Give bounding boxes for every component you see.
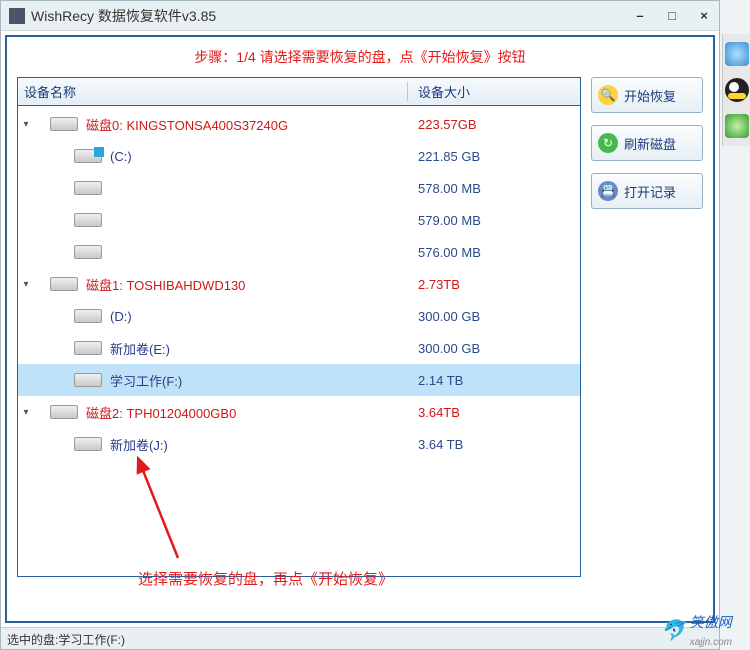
- column-header-name[interactable]: 设备名称: [18, 82, 408, 101]
- chevron-down-icon[interactable]: ▾: [18, 119, 34, 130]
- button-label: 开始恢复: [624, 86, 676, 105]
- dock-help-icon[interactable]: [725, 114, 749, 138]
- partition-icon: [74, 341, 102, 355]
- disk-icon: [50, 277, 78, 291]
- action-sidebar: 🔍 开始恢复 ↻ 刷新磁盘 📇 打开记录: [591, 77, 703, 577]
- watermark-brand: 笑傲网: [690, 614, 732, 630]
- dock-qq-icon[interactable]: [725, 78, 749, 102]
- app-window: WishRecy 数据恢复软件v3.85 – □ × 步骤：1/4 请选择需要恢…: [0, 0, 720, 650]
- status-bar: 选中的盘:学习工作(F:): [1, 627, 719, 649]
- partition-size: 3.64 TB: [408, 437, 580, 452]
- titlebar[interactable]: WishRecy 数据恢复软件v3.85 – □ ×: [1, 1, 719, 31]
- partition-label: 新加卷(J:): [110, 435, 168, 454]
- annotation-text: 选择需要恢复的盘，再点《开始恢复》: [138, 568, 393, 589]
- partition-icon: [74, 373, 102, 387]
- disk-label: 磁盘1: TOSHIBAHDWD130: [86, 275, 245, 294]
- partition-size: 578.00 MB: [408, 181, 580, 196]
- disk-size: 3.64TB: [408, 405, 580, 420]
- maximize-button[interactable]: □: [665, 9, 679, 23]
- partition-label: 学习工作(F:): [110, 371, 182, 390]
- log-icon: 📇: [598, 181, 618, 201]
- partition-label: (D:): [110, 309, 132, 324]
- partition-icon: [74, 309, 102, 323]
- disk-label: 磁盘2: TPH01204000GB0: [86, 403, 236, 422]
- device-list-panel: 设备名称 设备大小 ▾ 磁盘0: KINGSTONSA400S37240G 22…: [17, 77, 581, 577]
- disk-row[interactable]: ▾ 磁盘1: TOSHIBAHDWD130 2.73TB: [18, 268, 580, 300]
- partition-icon: [74, 245, 102, 259]
- partition-row[interactable]: 新加卷(E:) 300.00 GB: [18, 332, 580, 364]
- disk-row[interactable]: ▾ 磁盘0: KINGSTONSA400S37240G 223.57GB: [18, 108, 580, 140]
- partition-row[interactable]: (C:) 221.85 GB: [18, 140, 580, 172]
- step-banner: 步骤：1/4 请选择需要恢复的盘，点《开始恢复》按钮: [7, 37, 713, 77]
- device-list-header: 设备名称 设备大小: [18, 78, 580, 106]
- window-controls: – □ ×: [633, 9, 711, 23]
- button-label: 打开记录: [624, 182, 676, 201]
- partition-size: 300.00 GB: [408, 341, 580, 356]
- partition-row-selected[interactable]: 学习工作(F:) 2.14 TB: [18, 364, 580, 396]
- partition-icon: [74, 437, 102, 451]
- status-selected-disk: 选中的盘:学习工作(F:): [7, 631, 125, 646]
- column-header-size[interactable]: 设备大小: [408, 82, 580, 101]
- window-title: WishRecy 数据恢复软件v3.85: [31, 6, 633, 26]
- refresh-disks-button[interactable]: ↻ 刷新磁盘: [591, 125, 703, 161]
- chevron-down-icon[interactable]: ▾: [18, 407, 34, 418]
- dock-display-icon[interactable]: [725, 42, 749, 66]
- partition-row[interactable]: (D:) 300.00 GB: [18, 300, 580, 332]
- disk-row[interactable]: ▾ 磁盘2: TPH01204000GB0 3.64TB: [18, 396, 580, 428]
- chevron-down-icon[interactable]: ▾: [18, 279, 34, 290]
- partition-label: 新加卷(E:): [110, 339, 170, 358]
- partition-size: 576.00 MB: [408, 245, 580, 260]
- partition-icon: [74, 181, 102, 195]
- partition-size: 300.00 GB: [408, 309, 580, 324]
- watermark-domain: xajjn.com: [690, 637, 732, 648]
- app-icon: [9, 8, 25, 24]
- disk-size: 2.73TB: [408, 277, 580, 292]
- partition-label: (C:): [110, 149, 132, 164]
- annotation-arrow-icon: [128, 448, 228, 568]
- watermark: 🐬 笑傲网 xajjn.com: [661, 612, 732, 648]
- refresh-icon: ↻: [598, 133, 618, 153]
- disk-icon: [50, 117, 78, 131]
- disk-icon: [50, 405, 78, 419]
- close-button[interactable]: ×: [697, 9, 711, 23]
- partition-row[interactable]: 579.00 MB: [18, 204, 580, 236]
- start-recovery-button[interactable]: 🔍 开始恢复: [591, 77, 703, 113]
- partition-icon: [74, 149, 102, 163]
- button-label: 刷新磁盘: [624, 134, 676, 153]
- partition-size: 221.85 GB: [408, 149, 580, 164]
- disk-size: 223.57GB: [408, 117, 580, 132]
- minimize-button[interactable]: –: [633, 9, 647, 23]
- partition-row[interactable]: 578.00 MB: [18, 172, 580, 204]
- device-tree: ▾ 磁盘0: KINGSTONSA400S37240G 223.57GB (C:…: [18, 106, 580, 462]
- shark-icon: 🐬: [661, 618, 686, 643]
- right-dock: [722, 34, 750, 146]
- search-icon: 🔍: [598, 85, 618, 105]
- partition-icon: [74, 213, 102, 227]
- main-area: 步骤：1/4 请选择需要恢复的盘，点《开始恢复》按钮 设备名称 设备大小 ▾ 磁…: [5, 35, 715, 623]
- content-row: 设备名称 设备大小 ▾ 磁盘0: KINGSTONSA400S37240G 22…: [7, 77, 713, 577]
- partition-size: 2.14 TB: [408, 373, 580, 388]
- open-log-button[interactable]: 📇 打开记录: [591, 173, 703, 209]
- partition-row[interactable]: 新加卷(J:) 3.64 TB: [18, 428, 580, 460]
- partition-row[interactable]: 576.00 MB: [18, 236, 580, 268]
- partition-size: 579.00 MB: [408, 213, 580, 228]
- disk-label: 磁盘0: KINGSTONSA400S37240G: [86, 115, 288, 134]
